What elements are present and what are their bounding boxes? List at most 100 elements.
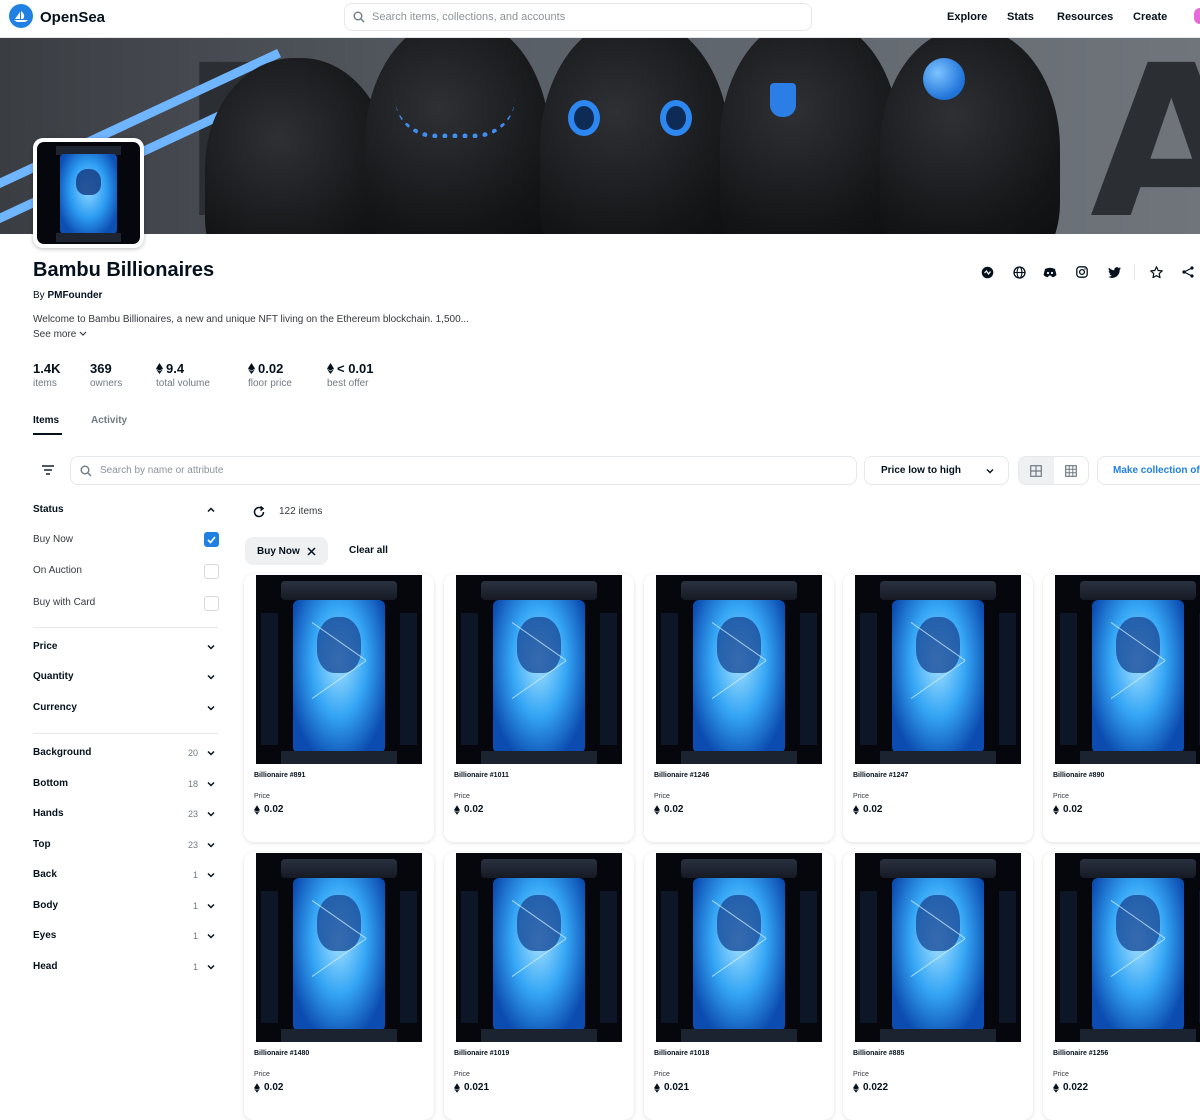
nav-stats[interactable]: Stats [1007,11,1034,23]
nft-image[interactable] [256,853,422,1042]
nft-image[interactable] [256,575,422,764]
nft-image[interactable] [1055,575,1200,764]
trait-top[interactable]: Top [33,839,51,850]
tab-items[interactable]: Items [33,415,59,426]
nft-card[interactable]: Billionaire #891 Price 0.02 [244,574,434,842]
nft-card[interactable]: Billionaire #1011 Price 0.02 [444,574,634,842]
nft-card[interactable]: Billionaire #1247 Price 0.02 [843,574,1033,842]
nft-card[interactable]: Billionaire #1256 Price 0.022 [1043,852,1200,1120]
large-grid-icon[interactable] [1019,457,1054,484]
nft-name[interactable]: Billionaire #1011 [454,772,509,779]
chevron-down-icon[interactable] [205,900,217,912]
status-filter-heading[interactable]: Status [33,504,64,515]
make-collection-offer-button[interactable]: Make collection offer [1097,456,1200,485]
eth-icon [454,1082,460,1093]
trait-body[interactable]: Body [33,900,58,911]
status-option-on-auction[interactable]: On Auction [33,565,82,576]
nft-name[interactable]: Billionaire #1246 [654,772,709,779]
price-filter-heading[interactable]: Price [33,641,57,652]
creator-link[interactable]: PMFounder [47,290,102,301]
chevron-down-icon[interactable] [205,702,217,714]
chevron-up-icon[interactable] [205,504,217,516]
nft-name[interactable]: Billionaire #1247 [853,772,908,779]
see-more-button[interactable]: See more [33,329,87,340]
nft-name[interactable]: Billionaire #1018 [654,1050,709,1057]
chevron-down-icon[interactable] [205,671,217,683]
nft-image[interactable] [456,853,622,1042]
star-watchlist-icon[interactable] [1148,264,1164,280]
nft-image[interactable] [855,853,1021,1042]
nav-explore[interactable]: Explore [947,11,987,23]
nav-resources[interactable]: Resources [1057,11,1113,23]
item-search-input[interactable]: Search by name or attribute [70,456,857,485]
nft-name[interactable]: Billionaire #891 [254,772,305,779]
sort-dropdown[interactable]: Price low to high [864,456,1009,485]
grid-view-toggle [1018,456,1089,485]
nft-image[interactable] [656,853,822,1042]
buy-now-checkbox[interactable] [204,532,219,547]
status-option-buy-now[interactable]: Buy Now [33,534,73,545]
trait-count: 1 [192,901,198,911]
chevron-down-icon[interactable] [205,869,217,881]
trait-eyes[interactable]: Eyes [33,930,56,941]
see-more-label: See more [33,329,77,340]
nft-image[interactable] [855,575,1021,764]
discord-icon[interactable] [1042,264,1058,280]
chevron-down-icon[interactable] [205,961,217,973]
nft-image[interactable] [456,575,622,764]
chevron-down-icon[interactable] [205,808,217,820]
nft-name[interactable]: Billionaire #890 [1053,772,1104,779]
filter-toggle-icon[interactable] [40,462,56,478]
social-divider [1134,264,1135,280]
chevron-down-icon[interactable] [205,778,217,790]
refresh-icon[interactable] [252,505,266,519]
price-label: Price [454,1071,470,1078]
status-option-buy-with-card[interactable]: Buy with Card [33,597,95,608]
eth-icon [654,804,660,815]
close-icon[interactable] [307,546,316,556]
trait-bottom[interactable]: Bottom [33,778,68,789]
nft-name[interactable]: Billionaire #885 [853,1050,904,1057]
small-grid-icon[interactable] [1054,457,1089,484]
chevron-down-icon [986,469,994,474]
nft-image[interactable] [1055,853,1200,1042]
nft-price: 0.021 [454,1082,489,1093]
active-filter-pill[interactable]: Buy Now [245,537,328,565]
nft-card[interactable]: Billionaire #1480 Price 0.02 [244,852,434,1120]
trait-count: 1 [192,870,198,880]
nft-card[interactable]: Billionaire #890 Price 0.02 [1043,574,1200,842]
nft-name[interactable]: Billionaire #1019 [454,1050,509,1057]
nft-card[interactable]: Billionaire #1018 Price 0.021 [644,852,834,1120]
currency-filter-heading[interactable]: Currency [33,702,77,713]
brand-name[interactable]: OpenSea [40,9,105,26]
chevron-down-icon[interactable] [205,641,217,653]
trait-hands[interactable]: Hands [33,808,64,819]
trait-back[interactable]: Back [33,869,57,880]
clear-all-button[interactable]: Clear all [349,545,388,556]
tab-activity[interactable]: Activity [91,415,127,426]
nft-card[interactable]: Billionaire #885 Price 0.022 [843,852,1033,1120]
chevron-down-icon[interactable] [205,930,217,942]
trait-head[interactable]: Head [33,961,57,972]
nft-card[interactable]: Billionaire #1019 Price 0.021 [444,852,634,1120]
nav-create[interactable]: Create [1133,11,1167,23]
trait-count: 23 [187,809,198,819]
chevron-down-icon[interactable] [205,747,217,759]
nft-image[interactable] [656,575,822,764]
user-avatar[interactable] [1194,8,1200,24]
on-auction-checkbox[interactable] [204,564,219,579]
activity-icon[interactable] [979,264,995,280]
nft-card[interactable]: Billionaire #1246 Price 0.02 [644,574,834,842]
instagram-icon[interactable] [1074,264,1090,280]
nft-name[interactable]: Billionaire #1480 [254,1050,309,1057]
buy-with-card-checkbox[interactable] [204,596,219,611]
website-globe-icon[interactable] [1011,264,1027,280]
share-icon[interactable] [1180,264,1196,280]
quantity-filter-heading[interactable]: Quantity [33,671,74,682]
global-search-input[interactable]: Search items, collections, and accounts [344,3,812,31]
twitter-icon[interactable] [1106,264,1122,280]
chevron-down-icon[interactable] [205,839,217,851]
opensea-logo-icon[interactable] [9,4,33,28]
trait-background[interactable]: Background [33,747,91,758]
nft-name[interactable]: Billionaire #1256 [1053,1050,1108,1057]
